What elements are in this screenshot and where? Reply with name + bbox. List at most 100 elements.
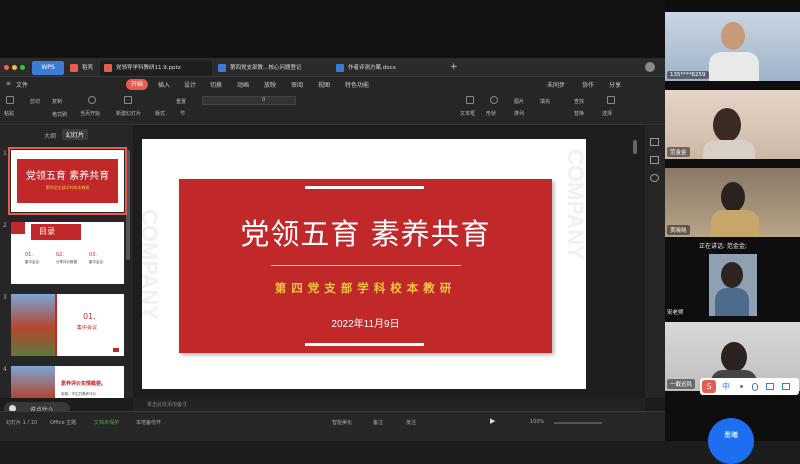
ime-mode[interactable]: 中 xyxy=(722,381,730,392)
menu-home[interactable]: 开始 xyxy=(126,79,148,90)
collaborate-button[interactable]: 协作 xyxy=(582,80,594,89)
notes-toggle[interactable]: 备注 xyxy=(373,419,383,426)
select-icon[interactable] xyxy=(607,96,615,104)
status-bar: 幻灯片 1 / 10 Office 主题 文档未保护 本地备份开 智能美化 备注… xyxy=(0,411,665,441)
slide-subtitle[interactable]: 第四党支部学科校本教研 xyxy=(179,280,552,296)
fill-button[interactable]: 填充 xyxy=(540,98,550,105)
avatar[interactable] xyxy=(645,62,655,72)
shape-icon[interactable] xyxy=(490,96,498,104)
menu-design[interactable]: 设计 xyxy=(184,80,196,89)
slide-title[interactable]: 党领五育 素养共育 xyxy=(179,211,552,253)
mic-icon[interactable] xyxy=(752,383,758,391)
picture-button[interactable]: 图片 xyxy=(514,98,524,105)
notes-placeholder[interactable]: 单击此处添加备注 xyxy=(147,401,187,408)
play-icon[interactable] xyxy=(88,96,96,104)
select-button[interactable]: 选择 xyxy=(602,110,612,117)
backup-status[interactable]: 本地备份开 xyxy=(136,419,161,426)
video-tile[interactable] xyxy=(709,254,757,316)
slide-thumb-2[interactable]: 目录 01. 02. 03. 集中会议 分享评价数据 集中会议 xyxy=(11,222,124,284)
unsynced-status[interactable]: 未同步 xyxy=(547,80,565,89)
menu-animation[interactable]: 动画 xyxy=(237,80,249,89)
paste-label[interactable]: 粘贴 xyxy=(4,110,14,117)
format-painter-button[interactable]: 格式刷 xyxy=(52,111,67,118)
new-slide-icon[interactable] xyxy=(124,96,132,104)
thumb-number: 2 xyxy=(3,222,7,229)
video-tile[interactable]: 135****6259 xyxy=(665,12,800,81)
replace-button[interactable]: 替换 xyxy=(574,110,584,117)
menu-grid-icon[interactable] xyxy=(782,383,790,390)
slide-thumb-3[interactable]: 01. 集中会议 xyxy=(11,294,124,356)
doc-file-icon xyxy=(336,64,344,72)
divider xyxy=(271,265,461,266)
tab-slides[interactable]: 幻灯片 xyxy=(62,129,89,140)
slide-canvas[interactable]: COMPANY COMPANY 党领五育 素养共育 第四党支部学科校本教研 20… xyxy=(142,139,586,389)
thumb-title: 素养评价实情概要。 xyxy=(61,381,107,387)
menu-hamburger-icon[interactable]: ≡ xyxy=(6,80,11,87)
layout-button[interactable]: 版式 xyxy=(155,110,165,117)
smart-beautify-button[interactable]: 智能美化 xyxy=(332,419,352,426)
video-tile[interactable]: 范金金 xyxy=(665,90,800,159)
participant-name: 135****6259 xyxy=(667,71,709,79)
paste-icon[interactable] xyxy=(6,96,14,104)
reset-button[interactable]: 重置 xyxy=(176,98,186,105)
tab-label: 稻壳 xyxy=(82,65,94,71)
style-icon[interactable] xyxy=(650,156,659,164)
menu-transition[interactable]: 切换 xyxy=(210,80,222,89)
zoom-slider[interactable] xyxy=(554,422,602,424)
section-button[interactable]: 节 xyxy=(180,110,185,117)
toc-num: 03. xyxy=(89,252,97,258)
maximize-window-icon[interactable] xyxy=(20,65,25,70)
punctuation-icon[interactable] xyxy=(740,385,743,388)
menu-file[interactable]: 文件 xyxy=(16,80,28,89)
ghost-watermark-left: COMPANY xyxy=(142,209,162,320)
thumb-title: 目录 xyxy=(31,224,81,240)
toc-num: 02. xyxy=(56,252,64,258)
zoom-level[interactable]: 100% xyxy=(530,419,544,425)
tab-pptx[interactable]: 党领导学科教研11.9.pptx xyxy=(100,60,212,76)
speaking-indicator: 正在讲话: 范金金; xyxy=(699,243,747,250)
minimize-window-icon[interactable] xyxy=(12,65,17,70)
property-icon[interactable] xyxy=(650,138,659,146)
tab-sheet[interactable]: 第四党支部教…核心问题登记 xyxy=(214,60,326,76)
play-from-current-button[interactable]: 当页开始 xyxy=(80,110,100,117)
font-name-select[interactable] xyxy=(202,96,296,105)
keyboard-icon[interactable] xyxy=(766,383,774,390)
ime-toolbar[interactable]: S 中 xyxy=(700,378,799,395)
wps-home-button[interactable]: WPS xyxy=(32,61,64,75)
textbox-button[interactable]: 文本框 xyxy=(460,110,475,117)
doc-protect-status[interactable]: 文档未保护 xyxy=(94,419,119,426)
comment-toggle[interactable]: 批注 xyxy=(406,419,416,426)
find-button[interactable]: 查找 xyxy=(574,98,584,105)
shape-button[interactable]: 形状 xyxy=(486,110,496,117)
menu-review[interactable]: 审阅 xyxy=(291,80,303,89)
share-button[interactable]: 分享 xyxy=(609,80,621,89)
canvas-scrollbar[interactable] xyxy=(633,140,637,154)
slide-date[interactable]: 2022年11月9日 xyxy=(179,315,552,330)
textbox-icon[interactable] xyxy=(466,96,474,104)
tab-docx[interactable]: 作者评测方案.docx xyxy=(332,60,436,76)
theme-name: Office 主题 xyxy=(50,420,77,426)
new-tab-icon[interactable]: + xyxy=(450,62,458,72)
copy-button[interactable]: 复制 xyxy=(52,98,62,105)
menu-special[interactable]: 特色功能 xyxy=(345,80,369,89)
tab-outline[interactable]: 大纲 xyxy=(44,131,56,140)
close-window-icon[interactable] xyxy=(4,65,9,70)
menu-insert[interactable]: 插入 xyxy=(158,80,170,89)
video-tile[interactable]: 贾晓晓 xyxy=(665,168,800,237)
font-size-input[interactable]: 0 xyxy=(262,97,265,103)
slide-thumb-4[interactable]: 素养评价实情概要。 前期，学生的素养评价 xyxy=(11,366,124,398)
arrange-button[interactable]: 排列 xyxy=(514,110,524,117)
new-slide-button[interactable]: 新建幻灯片 xyxy=(116,110,141,117)
building-photo xyxy=(11,366,55,398)
notes-pane[interactable]: 单击此处添加备注 xyxy=(133,398,645,411)
panel-scrollbar[interactable] xyxy=(126,150,130,260)
menu-slideshow[interactable]: 放映 xyxy=(264,80,276,89)
tab-docer[interactable]: 稻壳 xyxy=(66,60,98,76)
join-button[interactable]: 墨曦 xyxy=(708,418,754,464)
history-icon[interactable] xyxy=(650,174,659,182)
desktop-background xyxy=(0,0,665,58)
cut-button[interactable]: 剪切 xyxy=(30,98,40,105)
slide-thumb-1[interactable]: 党领五育 素养共育 第四党支部学科校本教研 xyxy=(8,147,127,215)
play-slideshow-icon[interactable]: ▶ xyxy=(490,417,495,425)
menu-view[interactable]: 视图 xyxy=(318,80,330,89)
